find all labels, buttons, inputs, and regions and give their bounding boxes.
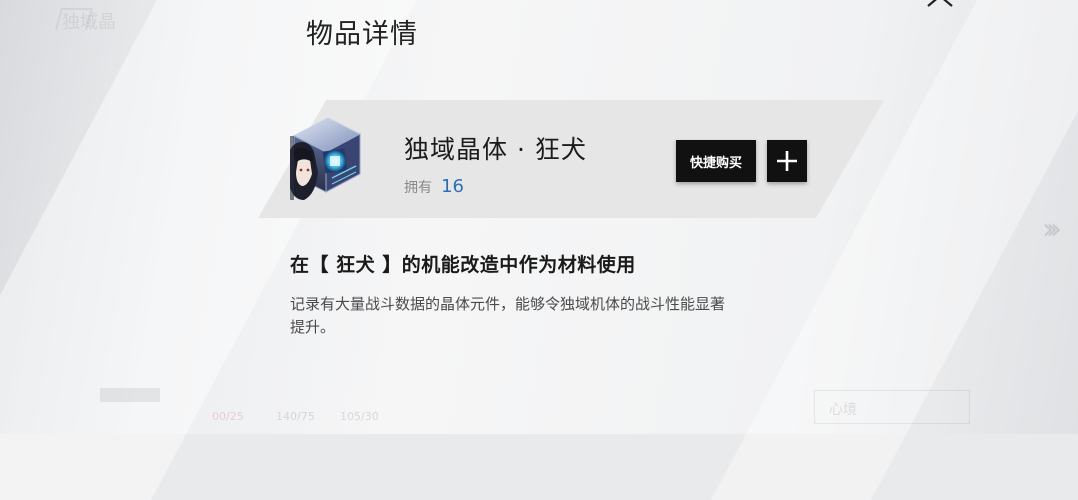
plus-icon <box>777 151 797 171</box>
item-detail-dialog: 物品详情 独域晶体 · 狂犬 拥有 16 快捷购买 在【 狂犬 】的机能改造中作… <box>0 0 1078 434</box>
crystal-item-icon <box>288 112 364 208</box>
add-button[interactable] <box>767 140 807 182</box>
close-button[interactable] <box>922 0 958 10</box>
owned-quantity: 拥有 16 <box>404 176 464 197</box>
quick-buy-button[interactable]: 快捷购买 <box>676 140 756 182</box>
item-card: 独域晶体 · 狂犬 拥有 16 快捷购买 <box>232 100 885 218</box>
owned-count: 16 <box>441 176 464 197</box>
close-icon <box>927 0 953 7</box>
item-usage: 在【 狂犬 】的机能改造中作为材料使用 <box>290 254 636 276</box>
item-description: 记录有大量战斗数据的晶体元件，能够令独域机体的战斗性能显著提升。 <box>290 295 726 336</box>
item-name: 独域晶体 · 狂犬 <box>404 135 587 164</box>
dialog-title: 物品详情 <box>306 19 418 50</box>
owned-label: 拥有 <box>404 180 432 196</box>
